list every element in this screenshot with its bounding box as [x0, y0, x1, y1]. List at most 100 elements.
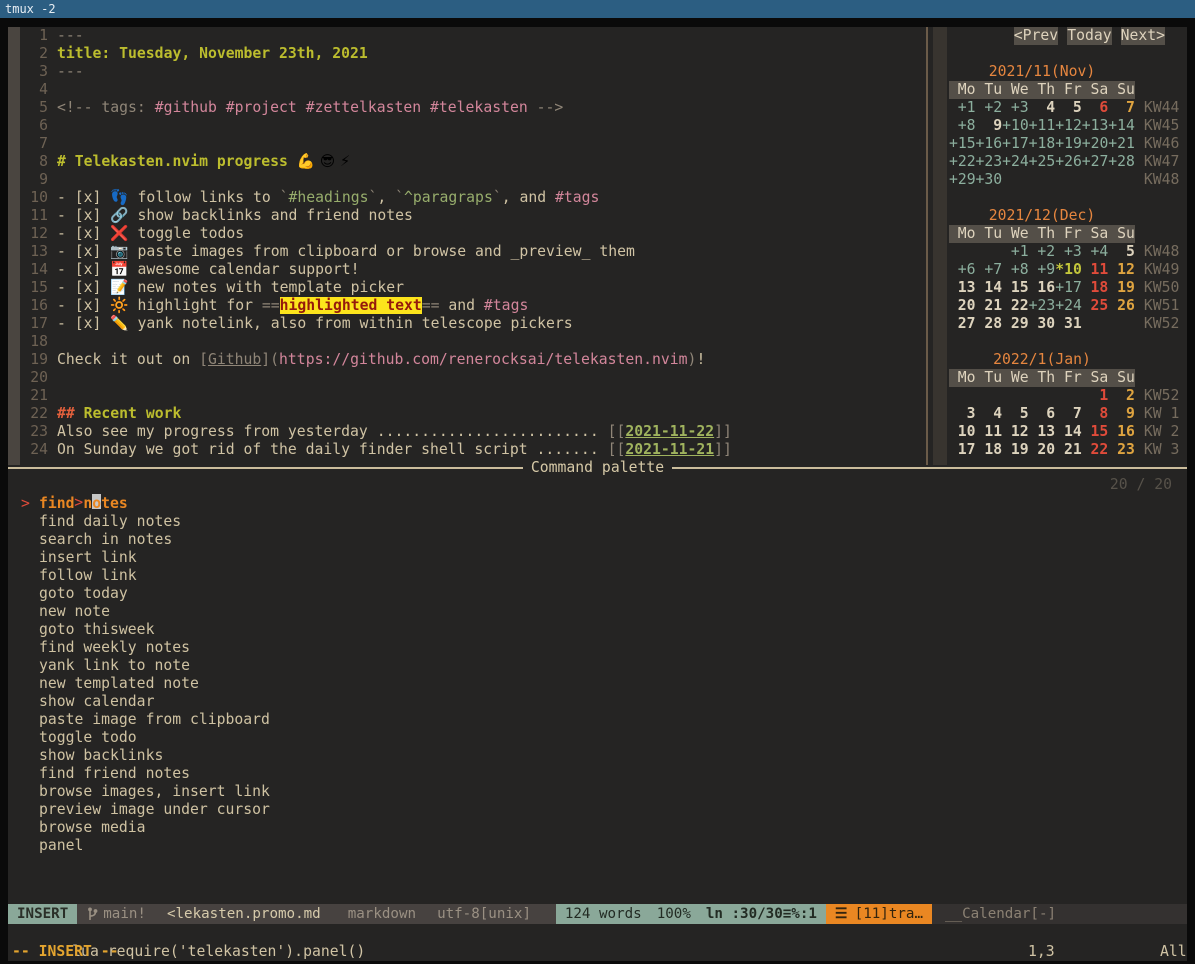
editor-scrollbar[interactable] [8, 27, 20, 465]
calendar-next-button[interactable]: Next> [1121, 27, 1165, 45]
editor-line[interactable]: 23Also see my progress from yesterday ..… [20, 423, 926, 441]
palette-item[interactable]: find friend notes [21, 765, 270, 783]
calendar-day[interactable]: 21 [1055, 441, 1082, 459]
palette-item[interactable]: panel [21, 837, 270, 855]
calendar-day[interactable]: 3 [949, 405, 976, 423]
calendar-day[interactable]: 23 [1108, 441, 1135, 459]
editor-line[interactable]: 18 [20, 333, 926, 351]
calendar-day[interactable]: +24 [1055, 297, 1082, 315]
palette-item[interactable]: new templated note [21, 675, 270, 693]
calendar-day[interactable]: 21 [976, 297, 1003, 315]
calendar-day[interactable]: +7 [976, 261, 1003, 279]
calendar-day[interactable]: +1 [1002, 243, 1029, 261]
calendar-day[interactable]: 6 [1082, 99, 1109, 117]
editor-line[interactable]: 4 [20, 81, 926, 99]
editor-line[interactable]: 6 [20, 117, 926, 135]
calendar-day[interactable]: +15 [949, 135, 976, 153]
editor-line[interactable]: 11- [x] 🔗 show backlinks and friend note… [20, 207, 926, 225]
calendar-day[interactable]: +24 [1002, 153, 1029, 171]
calendar-day[interactable]: +11 [1029, 117, 1056, 135]
calendar-day[interactable]: +28 [1108, 153, 1135, 171]
calendar-day[interactable]: 7 [1108, 99, 1135, 117]
calendar-day[interactable]: 5 [1002, 405, 1029, 423]
calendar-day[interactable]: 4 [976, 405, 1003, 423]
editor-line[interactable]: 10- [x] 👣 follow links to `#headings`, `… [20, 189, 926, 207]
calendar-day[interactable]: +6 [949, 261, 976, 279]
calendar-today-button[interactable]: Today [1067, 27, 1111, 45]
calendar-day[interactable]: +16 [976, 135, 1003, 153]
calendar-day[interactable]: 16 [1029, 279, 1056, 297]
calendar-day[interactable]: 18 [1082, 279, 1109, 297]
editor-line[interactable]: 14- [x] 📅 awesome calendar support! [20, 261, 926, 279]
editor-line[interactable]: 3--- [20, 63, 926, 81]
calendar-day[interactable]: 1 [1082, 387, 1109, 405]
editor-line[interactable]: 8# Telekasten.nvim progress 💪 😎 ⚡ [20, 153, 926, 171]
palette-item[interactable]: browse media [21, 819, 270, 837]
palette-item[interactable]: >find notes [21, 495, 270, 513]
calendar-day[interactable]: 2 [1108, 387, 1135, 405]
palette-item[interactable]: follow link [21, 567, 270, 585]
editor-line[interactable]: 20 [20, 369, 926, 387]
calendar-day[interactable]: +30 [976, 171, 1003, 189]
calendar-day[interactable]: 8 [1082, 405, 1109, 423]
calendar-day[interactable]: 30 [1029, 315, 1056, 333]
calendar-day[interactable]: +21 [1108, 135, 1135, 153]
calendar-day[interactable]: 12 [1002, 423, 1029, 441]
palette-item[interactable]: search in notes [21, 531, 270, 549]
calendar-day[interactable]: 20 [949, 297, 976, 315]
palette-item[interactable]: preview image under cursor [21, 801, 270, 819]
calendar-day[interactable]: +1 [949, 99, 976, 117]
calendar-day[interactable]: 22 [1002, 297, 1029, 315]
calendar-day[interactable]: 19 [1002, 441, 1029, 459]
calendar-day[interactable]: +18 [1029, 135, 1056, 153]
calendar-day[interactable]: 25 [1082, 297, 1109, 315]
palette-item[interactable]: yank link to note [21, 657, 270, 675]
calendar-day[interactable]: +17 [1002, 135, 1029, 153]
calendar-day[interactable]: +23 [976, 153, 1003, 171]
calendar-day[interactable]: 31 [1055, 315, 1082, 333]
calendar-day[interactable]: +25 [1029, 153, 1056, 171]
calendar-day[interactable]: +3 [1002, 99, 1029, 117]
calendar-day[interactable]: +2 [1029, 243, 1056, 261]
calendar-prev-button[interactable]: <Prev [1014, 27, 1058, 45]
palette-item[interactable]: goto thisweek [21, 621, 270, 639]
calendar-day[interactable]: +3 [1055, 243, 1082, 261]
calendar-day[interactable]: +8 [949, 117, 976, 135]
editor-line[interactable]: 13- [x] 📷 paste images from clipboard or… [20, 243, 926, 261]
calendar-day[interactable]: 14 [976, 279, 1003, 297]
calendar-day[interactable]: +2 [976, 99, 1003, 117]
calendar-day[interactable]: 4 [1029, 99, 1056, 117]
palette-item[interactable]: goto today [21, 585, 270, 603]
calendar-day[interactable]: *10 [1055, 261, 1082, 279]
calendar-day[interactable]: 16 [1108, 423, 1135, 441]
calendar-day[interactable]: 15 [1082, 423, 1109, 441]
calendar-day[interactable]: +8 [1002, 261, 1029, 279]
calendar-day[interactable]: 14 [1055, 423, 1082, 441]
calendar-day[interactable]: +23 [1029, 297, 1056, 315]
buffer-tab[interactable]: ☰[11]tra… [826, 904, 932, 924]
calendar-day[interactable]: +27 [1082, 153, 1109, 171]
calendar-day[interactable]: +22 [949, 153, 976, 171]
palette-item[interactable]: paste image from clipboard [21, 711, 270, 729]
editor-line[interactable]: 22## Recent work [20, 405, 926, 423]
editor-line[interactable]: 21 [20, 387, 926, 405]
calendar-day[interactable]: 5 [1108, 243, 1135, 261]
calendar-day[interactable]: 22 [1082, 441, 1109, 459]
palette-item[interactable]: show backlinks [21, 747, 270, 765]
calendar-day[interactable]: +19 [1055, 135, 1082, 153]
palette-item[interactable]: new note [21, 603, 270, 621]
calendar-day[interactable]: +20 [1082, 135, 1109, 153]
calendar-day[interactable]: 5 [1055, 99, 1082, 117]
editor-line[interactable]: 7 [20, 135, 926, 153]
calendar-day[interactable]: 12 [1108, 261, 1135, 279]
calendar-day[interactable]: +17 [1055, 279, 1082, 297]
palette-item[interactable]: find weekly notes [21, 639, 270, 657]
calendar-day[interactable]: 27 [949, 315, 976, 333]
editor-line[interactable]: 19Check it out on [Github](https://githu… [20, 351, 926, 369]
calendar-day[interactable]: 6 [1029, 405, 1056, 423]
calendar-day[interactable]: 19 [1108, 279, 1135, 297]
calendar-day[interactable]: 13 [949, 279, 976, 297]
palette-item[interactable]: toggle todo [21, 729, 270, 747]
calendar-day[interactable]: +10 [1002, 117, 1029, 135]
calendar-day[interactable]: 17 [949, 441, 976, 459]
